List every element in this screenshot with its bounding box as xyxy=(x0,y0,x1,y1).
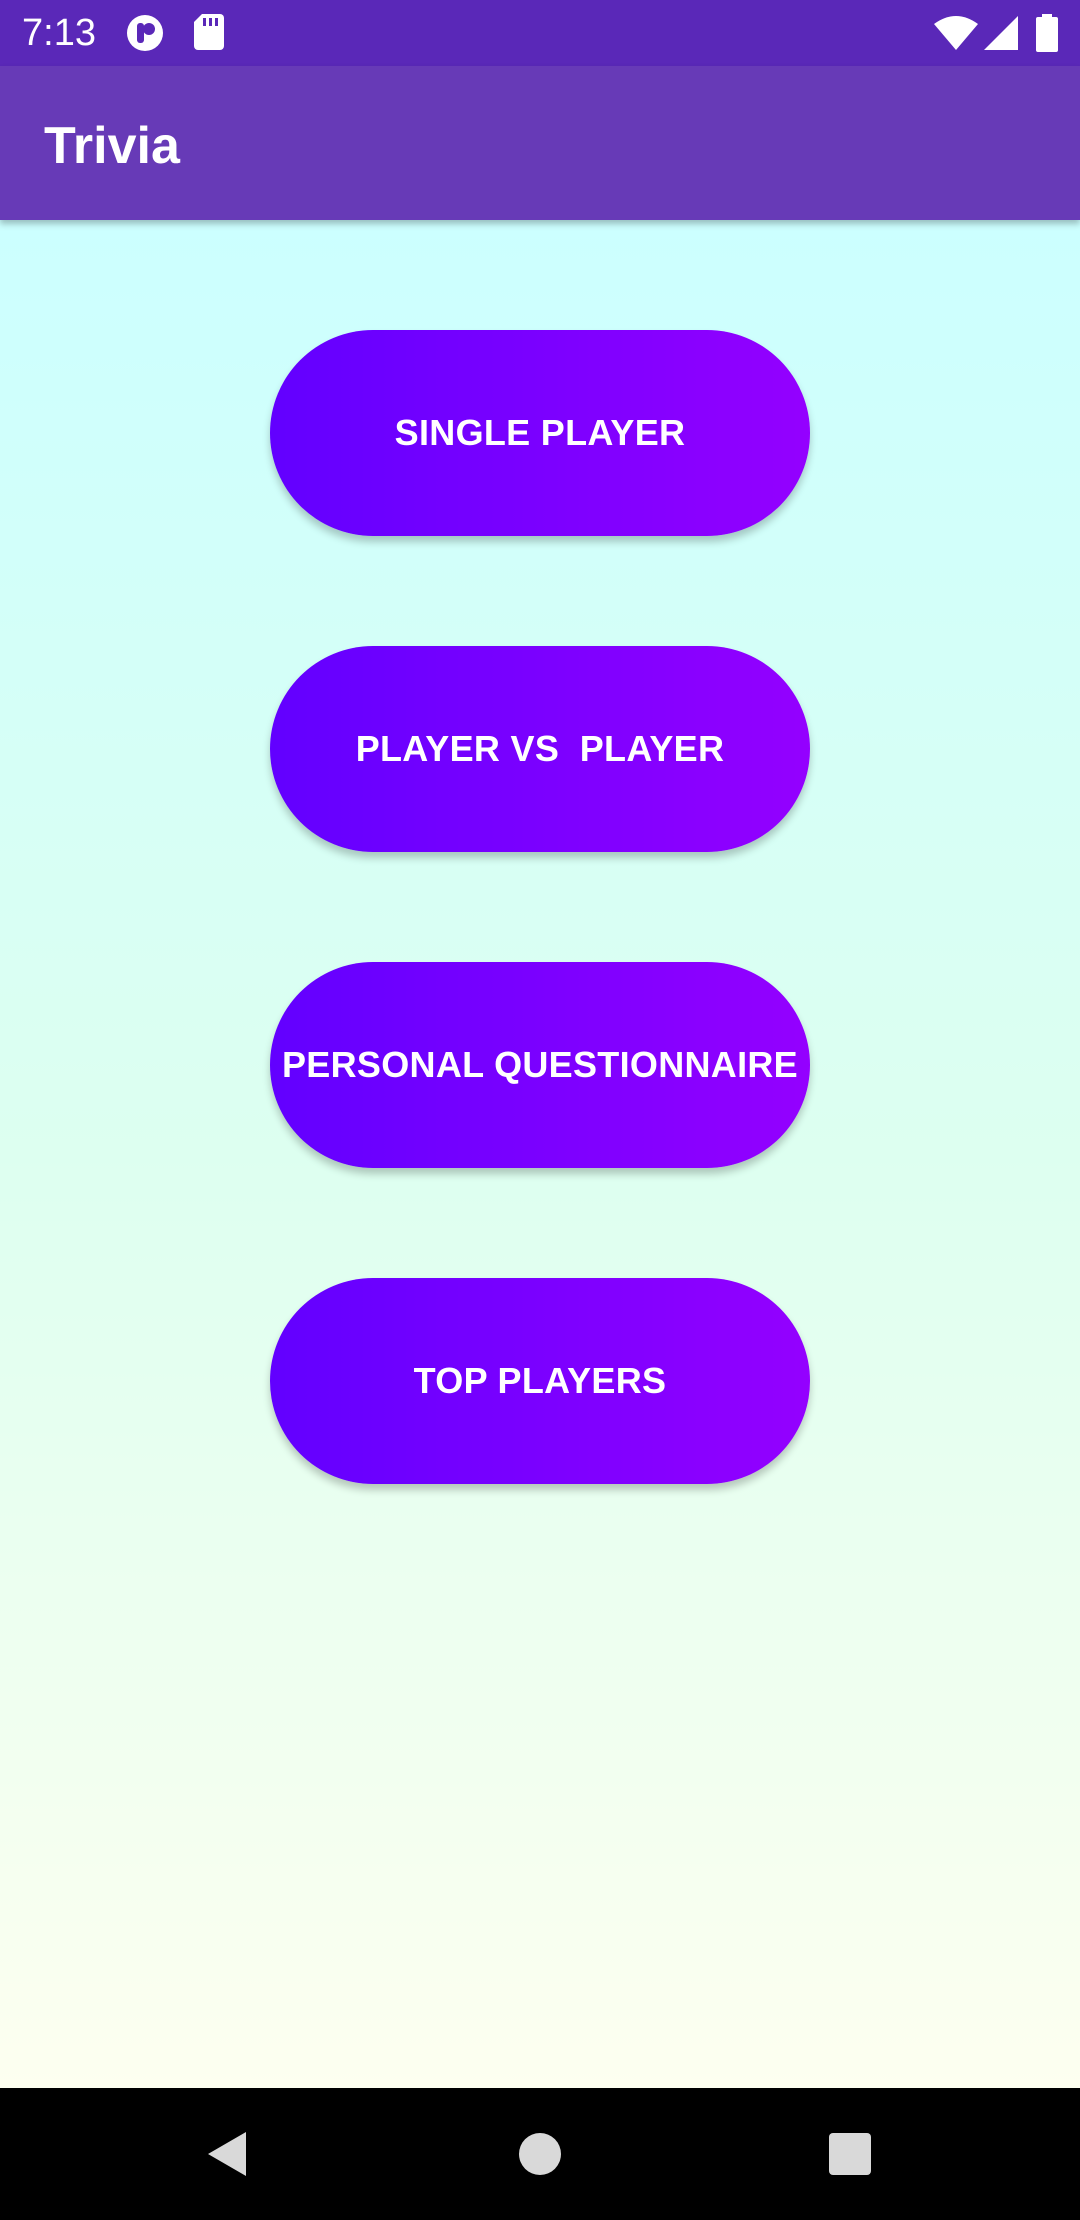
app-notification-icon xyxy=(126,14,164,57)
status-bar: 7:13 xyxy=(0,0,1080,66)
signal-icon xyxy=(984,16,1018,55)
player-vs-player-button-label: PLAYER VS PLAYER xyxy=(355,728,725,769)
app-bar: Trivia xyxy=(0,66,1080,220)
app-title: Trivia xyxy=(44,117,180,175)
personal-questionnaire-button[interactable]: PERSONAL QUESTIONNAIRE xyxy=(270,962,810,1168)
navigation-bar xyxy=(0,2088,1080,2220)
recents-icon[interactable] xyxy=(814,2118,886,2190)
back-icon[interactable] xyxy=(190,2118,262,2190)
sd-card-icon xyxy=(194,14,224,55)
home-icon[interactable] xyxy=(504,2118,576,2190)
wifi-icon xyxy=(934,16,978,55)
single-player-button-label: SINGLE PLAYER xyxy=(394,412,686,453)
status-time: 7:13 xyxy=(22,12,96,54)
battery-icon xyxy=(1036,14,1058,57)
screen: 7:13 Trivia SINGLE PLAYER PLAYER VS PLAY… xyxy=(0,0,1080,2220)
top-players-button-label: TOP PLAYERS xyxy=(413,1360,667,1401)
personal-questionnaire-button-label: PERSONAL QUESTIONNAIRE xyxy=(282,1044,798,1085)
player-vs-player-button[interactable]: PLAYER VS PLAYER xyxy=(270,646,810,852)
single-player-button[interactable]: SINGLE PLAYER xyxy=(270,330,810,536)
main-content: SINGLE PLAYER PLAYER VS PLAYER PERSONAL … xyxy=(0,220,1080,2088)
top-players-button[interactable]: TOP PLAYERS xyxy=(270,1278,810,1484)
